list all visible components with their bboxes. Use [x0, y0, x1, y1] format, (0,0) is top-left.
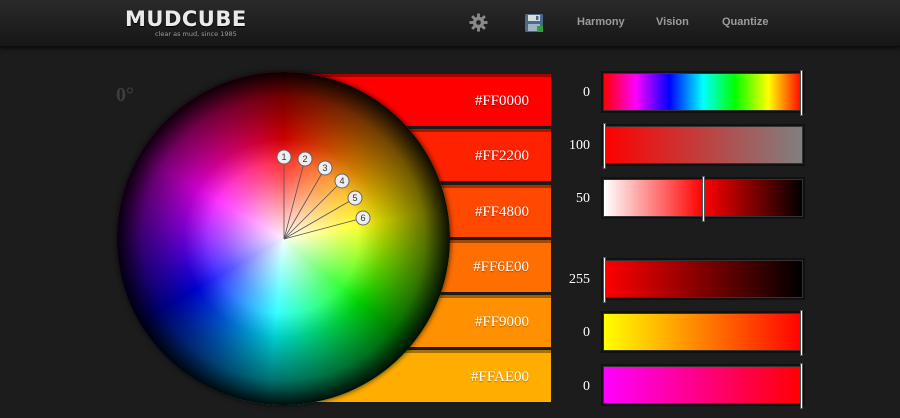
handle-line: [283, 180, 343, 240]
color-hex: #FF9000: [474, 314, 529, 330]
nav-harmony[interactable]: Harmony: [577, 16, 625, 28]
handle-number: 5: [352, 193, 357, 203]
handle-number: 1: [281, 152, 286, 162]
color-wheel[interactable]: 1 2 3 4 5 6: [117, 72, 450, 405]
green-value: 0: [583, 325, 590, 340]
red-slider-track: [604, 261, 802, 297]
saturation-slider[interactable]: [601, 123, 805, 169]
red-slider[interactable]: [601, 257, 805, 303]
logo[interactable]: MUDCUBE clear as mud, since 1985: [125, 7, 247, 41]
blue-value: 0: [583, 379, 590, 394]
color-hex: #FF2200: [474, 148, 529, 164]
saturation-value: 100: [569, 138, 590, 153]
handle-number: 6: [360, 213, 365, 223]
wheel-handle-1[interactable]: 1: [276, 149, 292, 165]
blue-slider-track: [604, 367, 802, 403]
saturation-slider-track: [604, 127, 802, 163]
green-slider-thumb[interactable]: [800, 310, 803, 356]
handle-line: [283, 217, 364, 240]
green-slider-track: [604, 314, 802, 350]
green-slider[interactable]: [601, 310, 805, 356]
nav-quantize[interactable]: Quantize: [722, 16, 768, 28]
hue-slider[interactable]: [601, 70, 805, 116]
save-icon[interactable]: [524, 13, 544, 33]
handle-number: 2: [302, 154, 307, 164]
blue-slider-thumb[interactable]: [800, 363, 803, 409]
lightness-slider-thumb[interactable]: [702, 176, 705, 222]
logo-tagline: clear as mud, since 1985: [155, 30, 237, 38]
gear-icon[interactable]: [469, 13, 488, 32]
red-slider-thumb[interactable]: [603, 257, 606, 303]
red-value: 255: [569, 272, 590, 287]
wheel-handle-3[interactable]: 3: [317, 160, 333, 176]
handle-number: 3: [322, 163, 327, 173]
saturation-slider-thumb[interactable]: [603, 123, 606, 169]
color-hex: #FF4800: [474, 204, 529, 220]
handle-line: [283, 158, 306, 240]
nav-vision[interactable]: Vision: [656, 16, 689, 28]
wheel-handle-6[interactable]: 6: [355, 210, 371, 226]
color-hex: #FFAE00: [470, 369, 529, 385]
handle-line: [283, 167, 326, 240]
lightness-slider[interactable]: [601, 176, 805, 222]
hue-slider-track: [604, 74, 802, 110]
wheel-handle-5[interactable]: 5: [347, 190, 363, 206]
logo-text: MUDCUBE: [125, 7, 247, 31]
wheel-handle-4[interactable]: 4: [334, 173, 350, 189]
handle-number: 4: [339, 176, 344, 186]
color-hex: #FF6E00: [473, 259, 529, 275]
hue-value: 0: [583, 85, 590, 100]
harmony-handles: 1 2 3 4 5 6: [276, 149, 371, 240]
handle-line: [283, 197, 356, 240]
lightness-value: 50: [576, 191, 590, 206]
top-bar: MUDCUBE clear as mud, since 1985 Harmony…: [0, 0, 900, 47]
color-hex: #FF0000: [474, 93, 529, 109]
blue-slider[interactable]: [601, 363, 805, 409]
wheel-handle-2[interactable]: 2: [297, 151, 313, 167]
hue-slider-thumb[interactable]: [800, 70, 803, 116]
